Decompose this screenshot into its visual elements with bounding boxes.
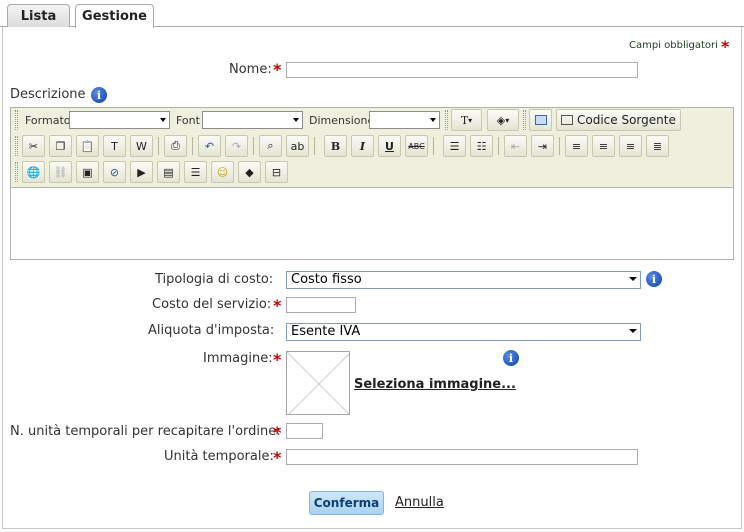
- font-label: Font: [176, 114, 200, 127]
- name-label: Nome:: [229, 62, 272, 77]
- replace-icon[interactable]: ab: [286, 135, 309, 157]
- tab-gestione[interactable]: Gestione: [75, 4, 154, 28]
- toolbar-grip[interactable]: [15, 162, 18, 182]
- smiley-icon[interactable]: ☺: [211, 161, 234, 183]
- editor-content-area[interactable]: [11, 189, 733, 259]
- bulleted-list-icon[interactable]: ☷: [470, 135, 493, 157]
- unlink-icon[interactable]: ⛓: [49, 161, 72, 183]
- toolbar-grip[interactable]: [15, 110, 18, 130]
- description-label: Descrizione: [10, 87, 86, 102]
- maximize-icon[interactable]: [529, 109, 552, 131]
- required-star: *: [273, 350, 282, 369]
- redo-icon[interactable]: ↷: [225, 135, 248, 157]
- required-fields-note: Campi obbligatori: [629, 40, 718, 51]
- source-code-button[interactable]: Codice Sorgente: [556, 109, 681, 131]
- align-left-icon[interactable]: ≡: [565, 135, 588, 157]
- toolbar-row-1: Formato Font Dimensione T ▾ ◈ ▾ Codice Sor…: [13, 108, 733, 134]
- tax-rate-select[interactable]: Esente IVA: [286, 323, 641, 341]
- table-icon[interactable]: ▤: [157, 161, 180, 183]
- image-icon[interactable]: ▣: [76, 161, 99, 183]
- paste-word-icon[interactable]: W: [130, 135, 153, 157]
- toolbar-separator: [314, 137, 315, 155]
- cost-type-value: Costo fisso: [291, 272, 362, 287]
- format-combo[interactable]: [69, 111, 170, 129]
- background-color-button[interactable]: ◈ ▾: [487, 109, 519, 131]
- cost-type-label: Tipologia di costo:: [155, 272, 274, 287]
- numbered-list-icon[interactable]: ☰: [443, 135, 466, 157]
- page-break-icon[interactable]: ⊟: [265, 161, 288, 183]
- special-char-icon[interactable]: ◆: [238, 161, 261, 183]
- paste-icon[interactable]: 📋: [76, 135, 99, 157]
- required-star: *: [273, 296, 282, 315]
- time-unit-input[interactable]: [286, 449, 638, 465]
- required-star: *: [273, 423, 282, 442]
- align-right-icon[interactable]: ≡: [619, 135, 642, 157]
- toolbar-row-3: 🌐 ⛓ ▣ ⊘ ▶ ▤ ☰ ☺ ◆ ⊟: [13, 160, 733, 186]
- indent-icon[interactable]: ⇥: [531, 135, 554, 157]
- info-icon[interactable]: i: [91, 87, 107, 103]
- tab-lista[interactable]: Lista: [7, 4, 70, 27]
- select-image-link[interactable]: Seleziona immagine...: [354, 377, 516, 392]
- paste-text-icon[interactable]: T: [103, 135, 126, 157]
- align-justify-icon[interactable]: ≣: [646, 135, 669, 157]
- name-input[interactable]: [286, 62, 638, 78]
- source-code-label: Codice Sorgente: [577, 113, 676, 127]
- toolbar-separator: [559, 137, 560, 155]
- strikethrough-icon[interactable]: ABC: [405, 135, 428, 157]
- media-icon[interactable]: ▶: [130, 161, 153, 183]
- required-star: *: [273, 448, 282, 467]
- image-label: Immagine:: [203, 351, 273, 366]
- confirm-button[interactable]: Conferma: [309, 491, 384, 515]
- time-units-input[interactable]: [286, 423, 323, 439]
- toolbar-grip[interactable]: [15, 136, 18, 156]
- toolbar-separator: [192, 137, 193, 155]
- image-placeholder: [286, 351, 350, 415]
- cut-icon[interactable]: ✂: [22, 135, 45, 157]
- chevron-down-icon: [629, 329, 637, 333]
- size-combo[interactable]: [369, 111, 440, 129]
- service-cost-label: Costo del servizio:: [152, 297, 272, 312]
- italic-icon[interactable]: I: [351, 135, 374, 157]
- format-label: Formato: [25, 114, 71, 127]
- print-icon[interactable]: ⎙: [164, 135, 187, 157]
- find-icon[interactable]: ⌕: [259, 135, 282, 157]
- copy-icon[interactable]: ❐: [49, 135, 72, 157]
- editor-toolbar: Formato Font Dimensione T ▾ ◈ ▾ Codice Sor…: [11, 108, 733, 188]
- required-star: *: [273, 60, 282, 79]
- image-placeholder-cross: [287, 352, 349, 414]
- toolbar-separator: [433, 137, 434, 155]
- bold-icon[interactable]: B: [324, 135, 347, 157]
- tab-bar: Lista Gestione: [0, 0, 744, 28]
- source-icon: [561, 115, 573, 125]
- outdent-icon[interactable]: ⇤: [504, 135, 527, 157]
- tax-rate-label: Aliquota d'imposta:: [148, 323, 275, 338]
- undo-icon[interactable]: ↶: [198, 135, 221, 157]
- service-cost-input[interactable]: [286, 297, 356, 313]
- toolbar-grip[interactable]: [445, 110, 448, 130]
- underline-icon[interactable]: U: [378, 135, 401, 157]
- info-icon[interactable]: i: [503, 350, 519, 366]
- font-combo[interactable]: [202, 111, 303, 129]
- toolbar-separator: [158, 137, 159, 155]
- tax-rate-value: Esente IVA: [291, 324, 361, 339]
- toolbar-separator: [498, 137, 499, 155]
- flash-icon[interactable]: ⊘: [103, 161, 126, 183]
- link-icon[interactable]: 🌐: [22, 161, 45, 183]
- horizontal-rule-icon[interactable]: ☰: [184, 161, 207, 183]
- time-units-label: N. unità temporali per recapitare l'ordi…: [10, 424, 281, 439]
- cost-type-select[interactable]: Costo fisso: [286, 271, 641, 289]
- info-icon[interactable]: i: [646, 271, 662, 287]
- text-color-button[interactable]: T ▾: [451, 109, 482, 131]
- size-label: Dimensione: [309, 114, 375, 127]
- chevron-down-icon: [629, 277, 637, 281]
- toolbar-grip[interactable]: [523, 110, 526, 130]
- required-star: *: [721, 37, 730, 56]
- toolbar-row-2: ✂ ❐ 📋 T W ⎙ ↶ ↷ ⌕ ab B I U ABC ☰ ☷ ⇤ ⇥ ≡: [13, 134, 733, 160]
- time-unit-label: Unità temporale:: [164, 449, 274, 464]
- cancel-link[interactable]: Annulla: [395, 495, 444, 510]
- rich-text-editor: Formato Font Dimensione T ▾ ◈ ▾ Codice Sor…: [10, 107, 734, 260]
- toolbar-separator: [253, 137, 254, 155]
- align-center-icon[interactable]: ≡: [592, 135, 615, 157]
